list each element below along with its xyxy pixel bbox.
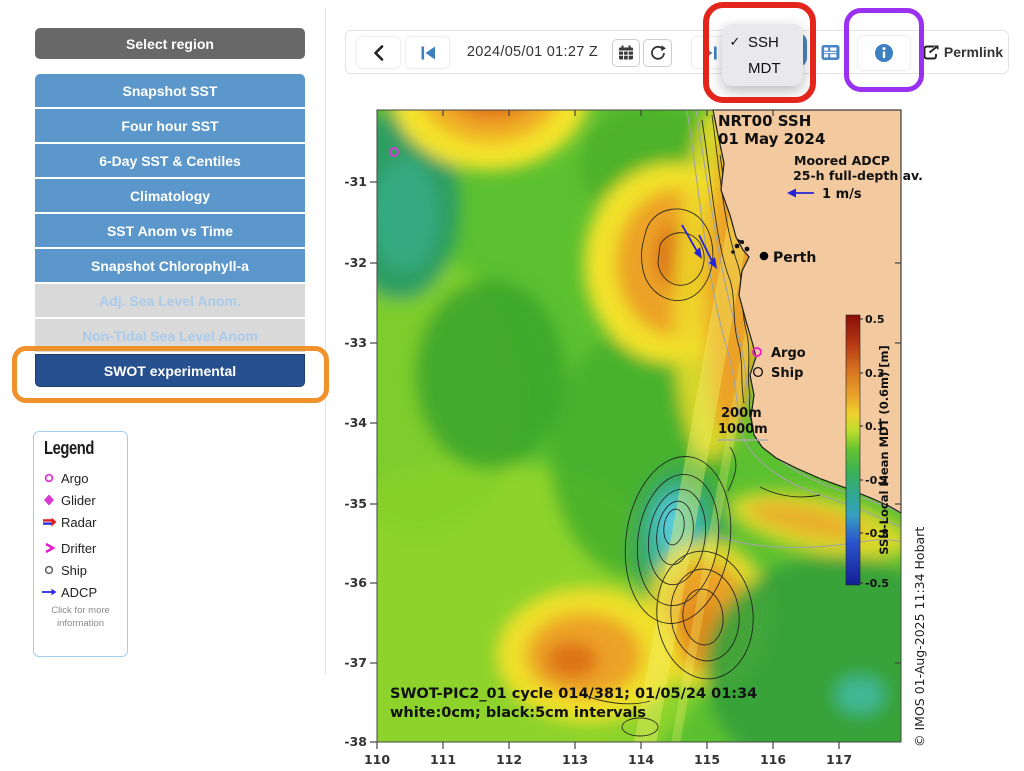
datetime-value: 2024/05/01 01:27 Z xyxy=(467,44,598,60)
y-tick-label: -38 xyxy=(344,734,367,749)
sidebar-item-6day-sst-centiles[interactable]: 6-Day SST & Centiles xyxy=(35,144,305,177)
y-tick-label: -34 xyxy=(344,415,367,430)
perth-label: Perth xyxy=(773,250,816,266)
argo-circle-icon xyxy=(40,471,58,485)
legend-title: Legend xyxy=(44,438,94,459)
info-icon xyxy=(873,42,895,64)
skip-start-icon xyxy=(418,43,438,63)
movie-icon xyxy=(820,43,841,62)
legend-item-argo: Argo xyxy=(40,468,124,488)
sidebar-divider xyxy=(325,8,326,674)
x-tick-label: 116 xyxy=(760,752,786,767)
sidebar-item-snapshot-sst[interactable]: Snapshot SST xyxy=(35,74,305,107)
calendar-button[interactable] xyxy=(612,39,640,67)
x-tick-label: 111 xyxy=(430,752,456,767)
legend-label: ADCP xyxy=(61,585,97,600)
menu-item-label: MDT xyxy=(748,60,781,77)
ship-label: Ship xyxy=(771,366,803,381)
chevron-left-icon xyxy=(371,43,387,63)
x-tick-label: 113 xyxy=(562,752,588,767)
colorbar-axis-label: SSH-Local Mean MDT (0.6m) [m] xyxy=(877,345,891,555)
x-tick-label: 114 xyxy=(628,752,654,767)
colorbar-tick: -0.5 xyxy=(865,577,889,590)
legend-item-ship: Ship xyxy=(40,560,124,580)
info-button[interactable] xyxy=(857,35,911,71)
sidebar-item-climatology[interactable]: Climatology xyxy=(35,179,305,212)
legend-item-glider: Glider xyxy=(40,490,124,510)
y-tick-label: -36 xyxy=(344,575,367,590)
map-figure[interactable]: NRT00 SSH 01 May 2024 Moored ADCP 25-h f… xyxy=(340,95,960,771)
drifter-chevron-icon xyxy=(40,541,58,555)
adcp-scale-label: 1 m/s xyxy=(822,187,862,202)
skip-to-start-button[interactable] xyxy=(405,36,450,69)
layer-dropdown-menu: ✓ SSH MDT xyxy=(722,24,803,86)
menu-item-label: SSH xyxy=(748,34,779,51)
sidebar-item-non-tidal-sea-level-anom: Non-Tidal Sea Level Anom xyxy=(35,319,305,352)
calendar-icon xyxy=(616,43,636,63)
perth-city-marker xyxy=(760,252,769,261)
sidebar-item-adj-sea-level-anom: Adj. Sea Level Anom. xyxy=(35,284,305,317)
menu-item-ssh[interactable]: ✓ SSH xyxy=(722,29,803,55)
skip-end-icon xyxy=(700,43,720,63)
swot-ssh-map: NRT00 SSH 01 May 2024 Moored ADCP 25-h f… xyxy=(340,95,960,771)
x-tick-label: 117 xyxy=(826,752,852,767)
x-tick-label: 110 xyxy=(364,752,390,767)
legend-label: Ship xyxy=(61,563,87,578)
y-tick-label: -37 xyxy=(344,655,367,670)
adcp-note-line1: Moored ADCP xyxy=(794,153,890,168)
step-back-button[interactable] xyxy=(356,36,401,69)
argo-label: Argo xyxy=(771,346,806,361)
map-toolbar: 2024/05/01 01:27 Z xyxy=(345,30,1009,74)
adcp-arrow-icon xyxy=(40,585,58,599)
map-title-line2: 01 May 2024 xyxy=(718,130,825,148)
legend-label: Radar xyxy=(61,515,96,530)
map-title-line1: NRT00 SSH xyxy=(718,112,811,130)
select-region-button[interactable]: Select region xyxy=(35,28,305,59)
y-tick-label: -31 xyxy=(344,174,367,189)
permlink-icon xyxy=(921,43,939,61)
glider-diamond-icon xyxy=(40,493,58,507)
sidebar-item-four-hour-sst[interactable]: Four hour SST xyxy=(35,109,305,142)
legend-label: Glider xyxy=(61,493,96,508)
sidebar-item-swot-experimental[interactable]: SWOT experimental xyxy=(35,354,305,387)
refresh-button[interactable] xyxy=(643,39,672,67)
product-nav-list: Snapshot SST Four hour SST 6-Day SST & C… xyxy=(35,74,305,389)
legend-item-radar: Radar xyxy=(40,512,124,532)
ocean-current-app: Select region Snapshot SST Four hour SST… xyxy=(0,0,1024,771)
colorbar-tick: 0.5 xyxy=(865,313,885,326)
map-footer-line2: white:0cm; black:5cm intervals xyxy=(390,705,646,721)
y-tick-label: -33 xyxy=(344,335,367,350)
animation-button[interactable] xyxy=(813,37,847,67)
legend-item-drifter: Drifter xyxy=(40,538,124,558)
adcp-note-line2: 25-h full-depth av. xyxy=(793,168,923,183)
datetime-display[interactable]: 2024/05/01 01:27 Z xyxy=(454,37,611,67)
y-tick-label: -32 xyxy=(344,255,367,270)
sidebar-item-snapshot-chlorophyll[interactable]: Snapshot Chlorophyll-a xyxy=(35,249,305,282)
depth-label-200m: 200m xyxy=(721,406,762,421)
x-tick-label: 115 xyxy=(694,752,720,767)
radar-double-arrow-icon xyxy=(40,515,58,529)
checkmark-icon: ✓ xyxy=(722,34,748,50)
map-footer-line1: SWOT-PIC2_01 cycle 014/381; 01/05/24 01:… xyxy=(390,686,757,702)
legend-label: Drifter xyxy=(61,541,96,556)
depth-label-1000m: 1000m xyxy=(718,422,768,437)
imos-credit: © IMOS 01-Aug-2025 11:34 Hobart xyxy=(912,527,927,747)
legend-footnote[interactable]: Click for more information xyxy=(34,604,127,630)
legend-box: Legend Argo Glider Radar Drifter xyxy=(33,431,128,657)
permlink-label: Permlink xyxy=(944,44,1003,60)
permlink-button[interactable]: Permlink xyxy=(919,37,1005,67)
legend-label: Argo xyxy=(61,471,88,486)
legend-item-adcp: ADCP xyxy=(40,582,124,602)
x-tick-label: 112 xyxy=(496,752,522,767)
refresh-icon xyxy=(648,43,668,63)
menu-item-mdt[interactable]: MDT xyxy=(722,55,803,81)
sidebar-item-sst-anom-vs-time[interactable]: SST Anom vs Time xyxy=(35,214,305,247)
ship-circle-icon xyxy=(40,563,58,577)
y-tick-label: -35 xyxy=(344,496,367,511)
